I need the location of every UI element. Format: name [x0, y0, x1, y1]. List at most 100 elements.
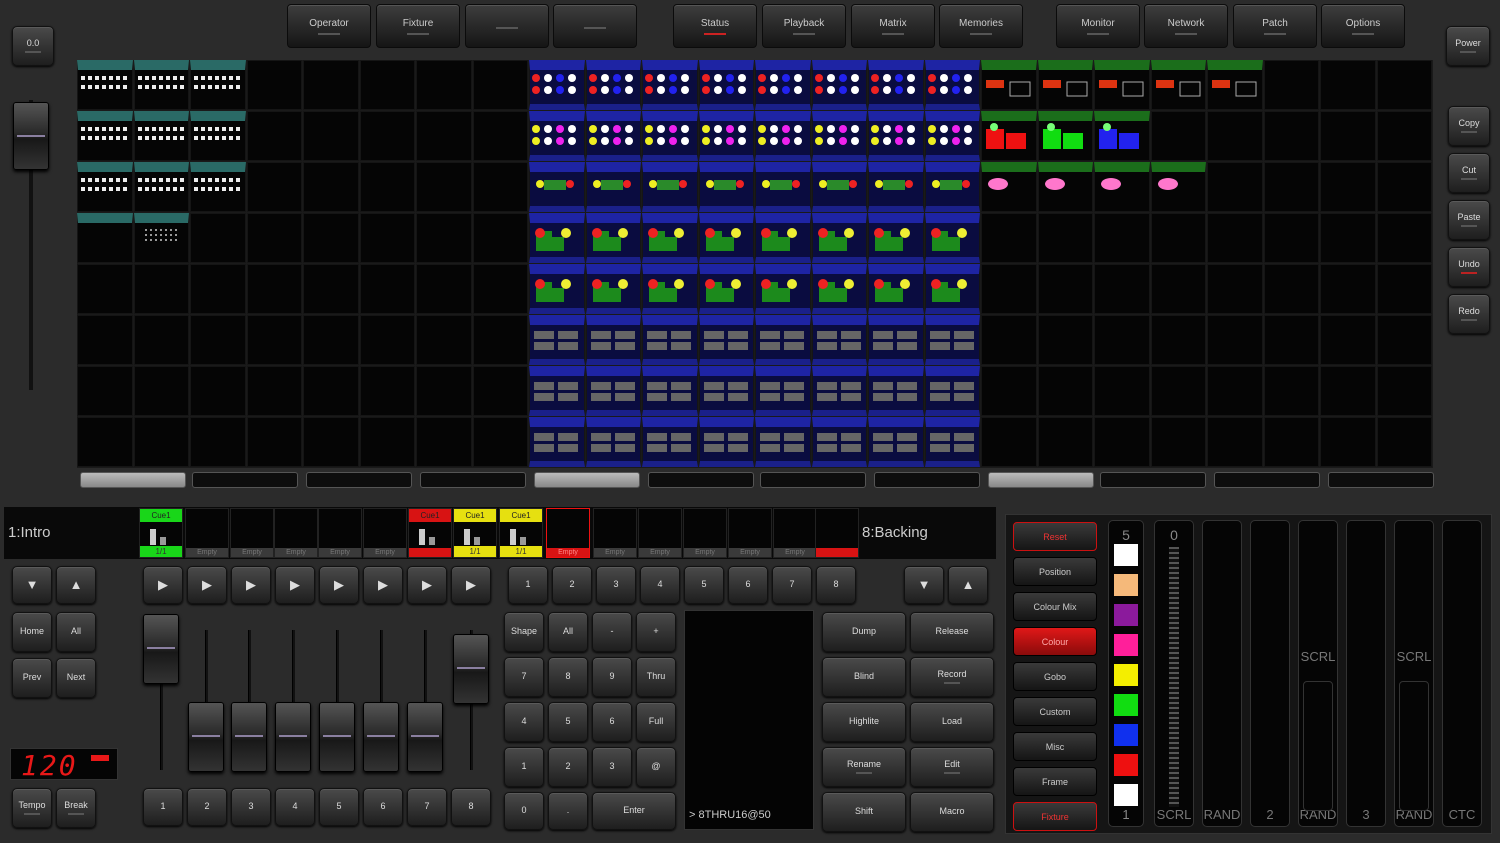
- palette-cell[interactable]: [416, 111, 472, 161]
- palette-cell[interactable]: [359, 111, 415, 161]
- palette-cell[interactable]: [811, 315, 867, 365]
- palette-cell[interactable]: [529, 264, 585, 314]
- palette-cell[interactable]: [924, 366, 980, 416]
- palette-cell[interactable]: [77, 417, 133, 467]
- playback-slot-3[interactable]: Empty: [230, 508, 274, 558]
- palette-cell[interactable]: [868, 264, 924, 314]
- home-button[interactable]: Home: [12, 612, 52, 652]
- attr-custom-button[interactable]: Custom: [1013, 697, 1097, 726]
- playback-slot-14[interactable]: Empty: [728, 508, 772, 558]
- palette-cell[interactable]: [868, 366, 924, 416]
- palette-cell[interactable]: [755, 366, 811, 416]
- tab-blank-2[interactable]: [465, 4, 549, 48]
- palette-cell[interactable]: [529, 417, 585, 467]
- palette-cell[interactable]: [585, 315, 641, 365]
- palette-cell[interactable]: [77, 213, 133, 263]
- fader-flash-4[interactable]: 4: [275, 788, 315, 826]
- page-bar-10[interactable]: [1100, 472, 1206, 488]
- palette-cell[interactable]: [868, 417, 924, 467]
- colour-swatch-1[interactable]: [1114, 544, 1138, 566]
- palette-cell[interactable]: [981, 162, 1037, 212]
- palette-cell[interactable]: [1207, 213, 1263, 263]
- palette-cell[interactable]: [698, 60, 754, 110]
- palette-cell[interactable]: [303, 315, 359, 365]
- master-slot-6[interactable]: RAND SCRL: [1394, 520, 1434, 827]
- palette-cell[interactable]: [1094, 264, 1150, 314]
- palette-cell[interactable]: [77, 60, 133, 110]
- palette-cell[interactable]: [416, 213, 472, 263]
- palette-cell[interactable]: [698, 213, 754, 263]
- palette-cell[interactable]: [472, 162, 528, 212]
- palette-cell[interactable]: [133, 162, 189, 212]
- palette-cell[interactable]: [246, 162, 302, 212]
- fader-knob-5[interactable]: [319, 702, 355, 772]
- edit-paste-button[interactable]: Paste: [1448, 200, 1490, 240]
- fader-flash-5[interactable]: 5: [319, 788, 359, 826]
- palette-cell[interactable]: [1037, 264, 1093, 314]
- palette-cell[interactable]: [472, 111, 528, 161]
- palette-cell[interactable]: [529, 111, 585, 161]
- palette-cell[interactable]: [755, 264, 811, 314]
- fader-knob-7[interactable]: [407, 702, 443, 772]
- page-bar-1[interactable]: [80, 472, 186, 488]
- play-button-5[interactable]: ▶: [319, 566, 359, 604]
- palette-cell[interactable]: [1320, 111, 1376, 161]
- palette-cell[interactable]: [416, 366, 472, 416]
- playback-slot-11[interactable]: Empty: [593, 508, 637, 558]
- attr-gobo-button[interactable]: Gobo: [1013, 662, 1097, 691]
- key-plus[interactable]: +: [636, 612, 676, 652]
- palette-cell[interactable]: [1207, 417, 1263, 467]
- palette-cell[interactable]: [924, 162, 980, 212]
- key-minus[interactable]: -: [592, 612, 632, 652]
- palette-cell[interactable]: [1320, 417, 1376, 467]
- key-shape[interactable]: Shape: [504, 612, 544, 652]
- playback-select-7[interactable]: 7: [772, 566, 812, 604]
- palette-cell[interactable]: [755, 417, 811, 467]
- attr-frame-button[interactable]: Frame: [1013, 767, 1097, 796]
- palette-cell[interactable]: [359, 264, 415, 314]
- palette-cell[interactable]: [1263, 264, 1319, 314]
- page-bar-4[interactable]: [420, 472, 526, 488]
- palette-cell[interactable]: [1150, 162, 1206, 212]
- play-button-6[interactable]: ▶: [363, 566, 403, 604]
- palette-cell[interactable]: [585, 417, 641, 467]
- palette-cell[interactable]: [133, 315, 189, 365]
- key-2[interactable]: 2: [548, 747, 588, 787]
- edit-redo-button[interactable]: Redo: [1448, 294, 1490, 334]
- palette-cell[interactable]: [133, 417, 189, 467]
- palette-cell[interactable]: [190, 111, 246, 161]
- palette-cell[interactable]: [755, 60, 811, 110]
- palette-cell[interactable]: [1207, 111, 1263, 161]
- play-button-1[interactable]: ▶: [143, 566, 183, 604]
- func-rename-button[interactable]: Rename: [822, 747, 906, 787]
- master-slot-7[interactable]: CTC: [1442, 520, 1482, 827]
- playback-select-2[interactable]: 2: [552, 566, 592, 604]
- play-button-4[interactable]: ▶: [275, 566, 315, 604]
- master-fader-knob[interactable]: [13, 102, 49, 170]
- palette-cell[interactable]: [246, 264, 302, 314]
- palette-cell[interactable]: [303, 111, 359, 161]
- palette-cell[interactable]: [642, 60, 698, 110]
- palette-cell[interactable]: [585, 366, 641, 416]
- palette-cell[interactable]: [303, 162, 359, 212]
- tab-memories[interactable]: Memories: [939, 4, 1023, 48]
- palette-cell[interactable]: [1037, 60, 1093, 110]
- palette-cell[interactable]: [190, 213, 246, 263]
- palette-cell[interactable]: [868, 315, 924, 365]
- palette-cell[interactable]: [1150, 213, 1206, 263]
- palette-cell[interactable]: [981, 111, 1037, 161]
- edit-copy-button[interactable]: Copy: [1448, 106, 1490, 146]
- palette-cell[interactable]: [1376, 162, 1432, 212]
- fader-flash-2[interactable]: 2: [187, 788, 227, 826]
- palette-cell[interactable]: [303, 213, 359, 263]
- key-9[interactable]: 9: [592, 657, 632, 697]
- palette-cell[interactable]: [416, 162, 472, 212]
- palette-cell[interactable]: [1207, 162, 1263, 212]
- palette-cell[interactable]: [1037, 111, 1093, 161]
- palette-cell[interactable]: [246, 111, 302, 161]
- palette-cell[interactable]: [868, 111, 924, 161]
- attr-reset-button[interactable]: Reset: [1013, 522, 1097, 551]
- palette-cell[interactable]: [811, 111, 867, 161]
- tab-blank-3[interactable]: [553, 4, 637, 48]
- palette-cell[interactable]: [1263, 111, 1319, 161]
